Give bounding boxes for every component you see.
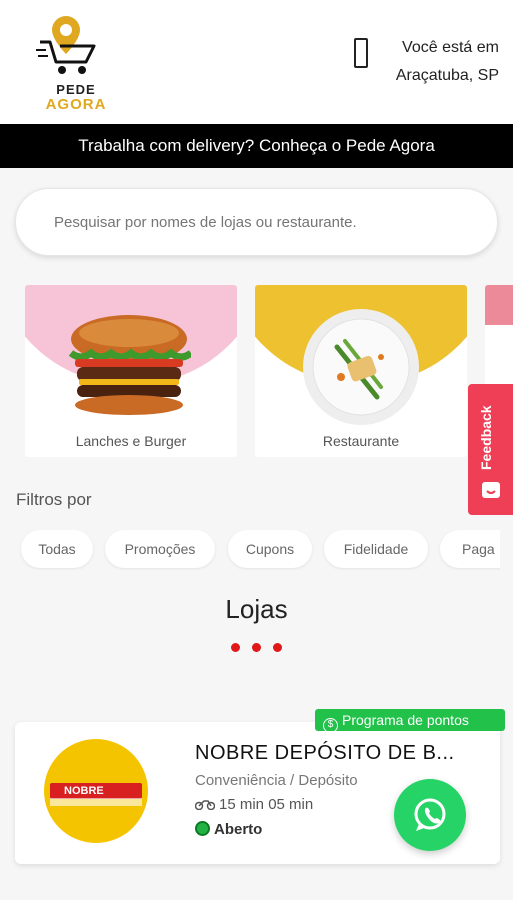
cart-pin-icon [36, 16, 96, 74]
category-label: Restaurante [322, 433, 400, 449]
logo-pede: PEDE [56, 82, 96, 97]
filter-chips: Todas Promoções Cupons Fidelidade Paga [0, 530, 500, 570]
chip-todas[interactable]: Todas [21, 530, 93, 568]
store-times-text: 15 min 05 min [219, 796, 314, 813]
status-open-icon [195, 821, 210, 836]
motorcycle-icon [194, 800, 216, 811]
section-title-lojas: Lojas [225, 594, 288, 624]
phone-icon [354, 38, 368, 68]
search-input[interactable] [15, 188, 498, 256]
category-carousel: Lanches e Burger Restaurante [0, 285, 513, 460]
category-blob [485, 285, 513, 325]
category-card-restaurante[interactable]: Restaurante [255, 285, 467, 457]
plate-image [303, 309, 419, 425]
store-status-text: Aberto [214, 821, 263, 838]
burger-image [68, 315, 191, 415]
store-status: Aberto [195, 821, 262, 838]
category-label: Lanches e Burger [75, 433, 187, 449]
chip-promocoes[interactable]: Promoções [105, 530, 215, 568]
store-name: NOBRE DEPÓSITO DE B... [195, 742, 455, 764]
loading-dot [273, 643, 282, 652]
feedback-tab[interactable]: Feedback [468, 384, 513, 515]
points-badge-text: Programa de pontos [342, 712, 469, 728]
whatsapp-icon [414, 798, 446, 831]
header: PEDE AGORA Você está em Araçatuba, SP [0, 0, 513, 124]
location-selector[interactable]: Você está em Araçatuba, SP [396, 34, 499, 90]
loading-dot [252, 643, 261, 652]
feedback-label: Feedback [478, 405, 494, 470]
pede-agora-logo[interactable]: PEDE AGORA [36, 14, 116, 114]
loading-dot [231, 643, 240, 652]
feedback-face-icon [482, 482, 500, 498]
store-logo-label: NOBRE [50, 783, 142, 799]
logo-text: PEDE AGORA [36, 82, 116, 112]
store-logo-band [50, 798, 142, 806]
chip-cupons[interactable]: Cupons [228, 530, 312, 568]
category-card-burger[interactable]: Lanches e Burger [25, 285, 237, 457]
location-label: Você está em [402, 39, 499, 56]
delivery-banner[interactable]: Trabalha com delivery? Conheça o Pede Ag… [0, 124, 513, 168]
location-city: Araçatuba, SP [395, 67, 499, 84]
store-times: 15 min 05 min [194, 796, 314, 813]
store-category: Conveniência / Depósito [195, 772, 358, 789]
whatsapp-button[interactable] [394, 779, 466, 851]
store-logo: NOBRE [44, 739, 148, 843]
chip-pagamento[interactable]: Paga [440, 530, 500, 568]
chip-fidelidade[interactable]: Fidelidade [324, 530, 428, 568]
logo-agora: AGORA [45, 96, 107, 113]
dollar-icon: $ [323, 718, 338, 733]
filters-title: Filtros por [16, 490, 92, 509]
points-program-badge: $ Programa de pontos [315, 709, 505, 733]
